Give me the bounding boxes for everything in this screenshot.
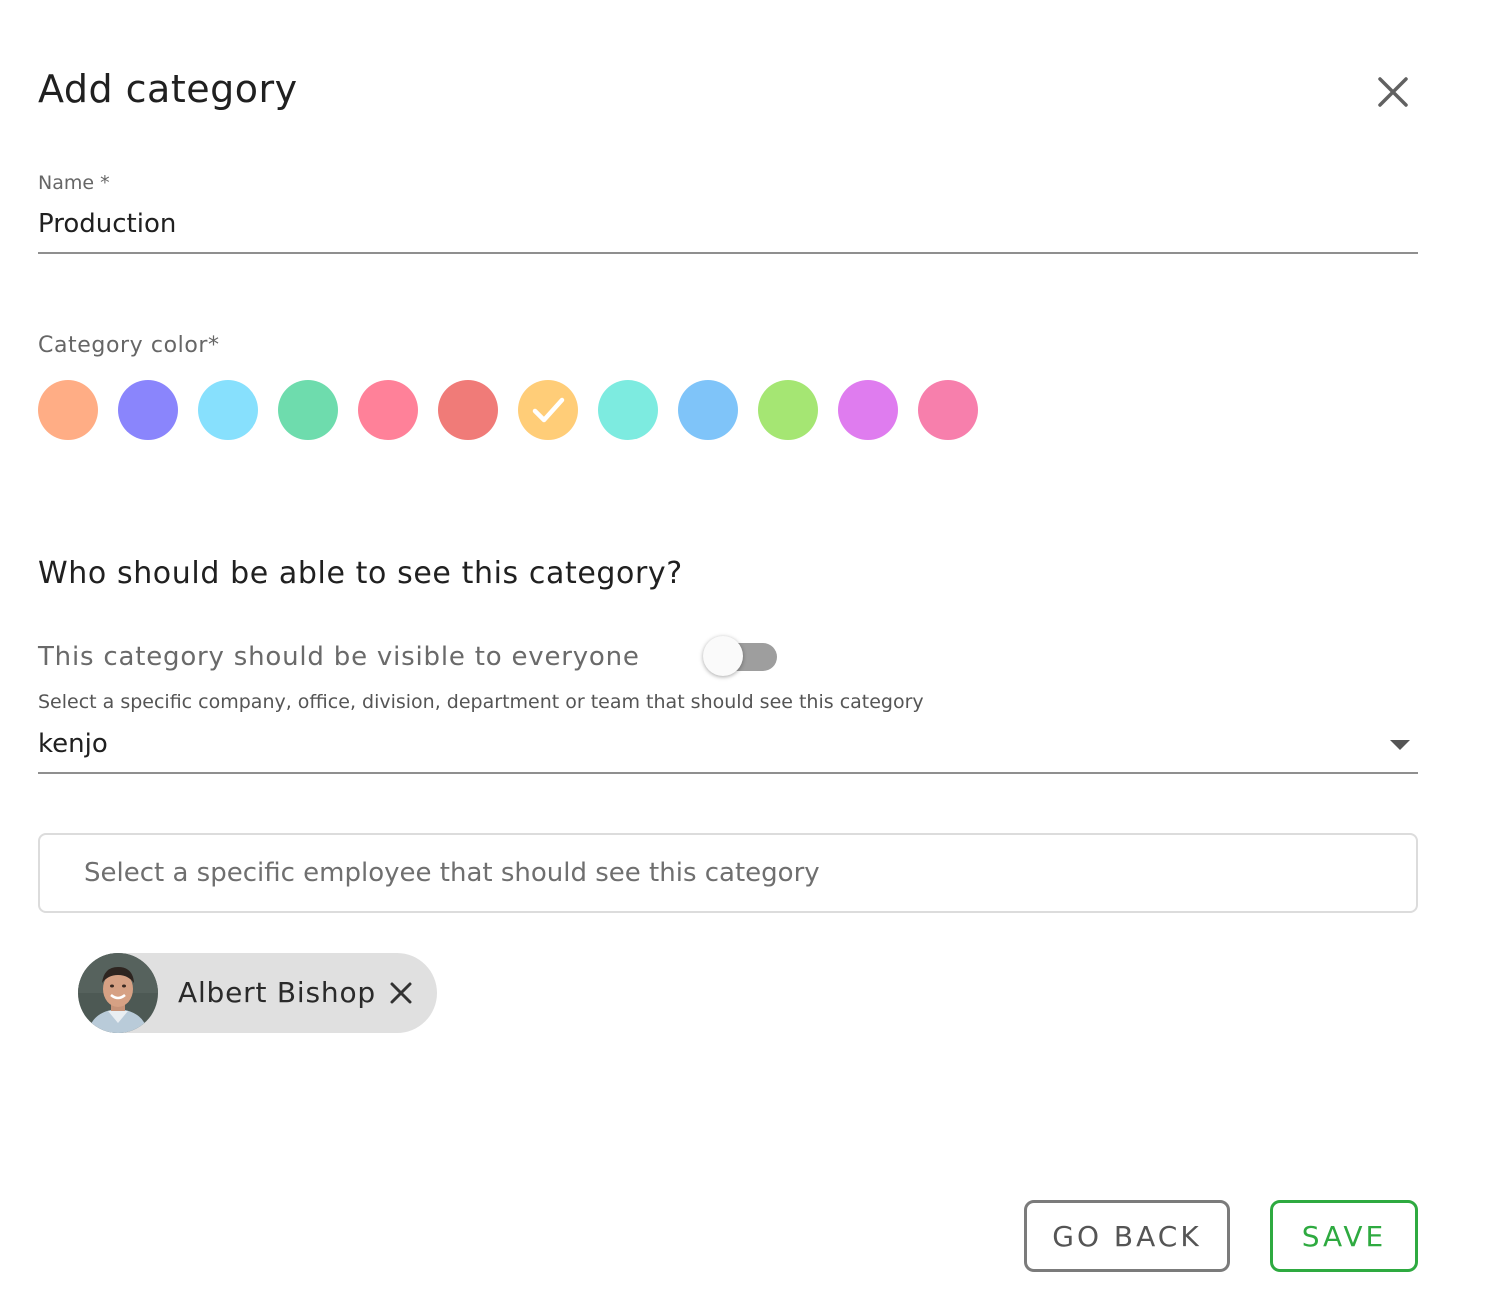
- color-swatch[interactable]: [518, 380, 578, 440]
- go-back-button[interactable]: GO BACK: [1024, 1200, 1230, 1272]
- close-icon: [1378, 77, 1408, 107]
- color-swatch[interactable]: [918, 380, 978, 440]
- name-field-label: Name *: [38, 172, 110, 194]
- avatar: [78, 953, 158, 1033]
- dialog-title: Add category: [38, 67, 298, 111]
- color-swatch[interactable]: [438, 380, 498, 440]
- close-button[interactable]: [1372, 71, 1414, 113]
- name-field[interactable]: Production: [38, 207, 176, 241]
- scope-select-label: Select a specific company, office, divis…: [38, 691, 924, 713]
- color-swatch-list: [38, 380, 978, 440]
- employee-chip: Albert Bishop: [78, 953, 437, 1033]
- close-icon: [390, 982, 412, 1004]
- dropdown-arrow-icon: [1390, 740, 1410, 750]
- color-swatch[interactable]: [758, 380, 818, 440]
- color-swatch[interactable]: [598, 380, 658, 440]
- employee-search-input[interactable]: [38, 833, 1418, 913]
- checkmark-icon: [532, 397, 565, 423]
- color-swatch[interactable]: [278, 380, 338, 440]
- color-swatch[interactable]: [678, 380, 738, 440]
- name-field-underline: [38, 252, 1418, 254]
- employee-chip-name: Albert Bishop: [178, 976, 376, 1009]
- category-color-label: Category color*: [38, 333, 220, 358]
- visibility-heading: Who should be able to see this category?: [38, 556, 683, 591]
- toggle-thumb: [703, 636, 743, 676]
- visible-to-everyone-toggle[interactable]: [703, 636, 777, 678]
- color-swatch[interactable]: [118, 380, 178, 440]
- scope-select-underline: [38, 772, 1418, 774]
- color-swatch[interactable]: [198, 380, 258, 440]
- color-swatch[interactable]: [358, 380, 418, 440]
- scope-select[interactable]: [38, 720, 1418, 774]
- save-button[interactable]: SAVE: [1270, 1200, 1418, 1272]
- visible-to-everyone-label: This category should be visible to every…: [38, 642, 640, 672]
- remove-employee-button[interactable]: [388, 980, 414, 1006]
- color-swatch[interactable]: [838, 380, 898, 440]
- color-swatch[interactable]: [38, 380, 98, 440]
- scope-select-value: kenjo: [38, 729, 108, 759]
